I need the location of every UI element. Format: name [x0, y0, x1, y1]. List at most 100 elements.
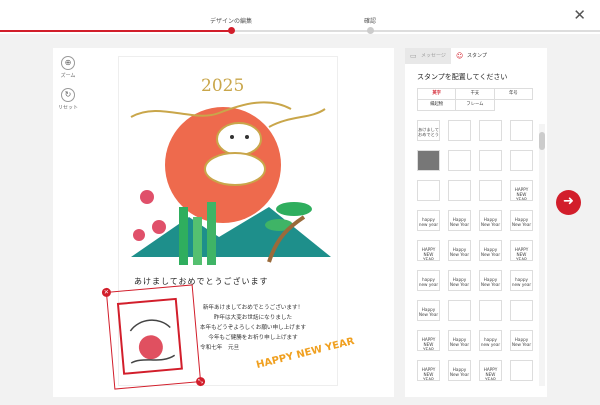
category-era[interactable]: 年号 [493, 88, 533, 100]
stamp-thumbnail-label [449, 301, 470, 307]
stamp-thumbnail-label [449, 181, 470, 187]
category-tabs: 英字 干支 年号 縁起物 フレーム [417, 88, 535, 111]
stamp-thumbnail-label [418, 181, 439, 187]
stamp-thumbnail[interactable]: happy new year [417, 210, 440, 231]
pine-branch [276, 202, 312, 216]
stamp-thumbnail-label [511, 361, 532, 367]
category-lucky[interactable]: 縁起物 [417, 99, 457, 111]
stamp-thumbnail[interactable]: happy new year [510, 270, 533, 291]
tab-message-label: メッセージ [421, 53, 446, 59]
stamp-thumbnail-label [511, 301, 532, 307]
year-text: 2025 [201, 76, 244, 96]
smile-icon: ☺ [456, 52, 464, 60]
stamp-thumbnail-label: Happy New Year [449, 367, 470, 377]
stamp-thumbnail-label: Happy New Year [511, 337, 532, 347]
stamp-thumbnail[interactable]: HAPPY NEW YEAR [417, 360, 440, 381]
stamp-thumbnail[interactable]: HAPPY NEW YEAR [417, 330, 440, 351]
stamp-thumbnail[interactable] [510, 150, 533, 171]
stamp-thumbnail[interactable] [479, 120, 502, 141]
top-bar: デザインの編集 確認 ✕ [0, 0, 600, 34]
stamp-thumbnail-label: happy new year [418, 217, 439, 227]
selected-stamp[interactable]: ✕ ⤡ [101, 284, 206, 390]
stamp-thumbnail[interactable]: Happy New Year [448, 210, 471, 231]
stamp-thumbnail-label: happy new year [480, 337, 501, 347]
plum-blossom [152, 220, 166, 234]
stamp-thumbnail[interactable] [479, 300, 502, 321]
stamp-thumbnail[interactable] [510, 120, 533, 141]
reset-button[interactable]: ↻ リセット [57, 88, 79, 111]
stamp-thumbnail[interactable] [479, 180, 502, 201]
panel-title: スタンプを配置してください [417, 73, 508, 81]
stamp-thumbnail[interactable] [448, 180, 471, 201]
tab-stamp-label: スタンプ [467, 53, 487, 59]
snake-body [204, 152, 266, 186]
stamp-thumbnail-label [480, 301, 501, 307]
stamp-thumbnail[interactable]: HAPPY NEW YEAR [479, 360, 502, 381]
zoom-label: ズーム [60, 73, 76, 79]
stamp-thumbnail[interactable]: HAPPY NEW YEAR [417, 240, 440, 261]
message-line: 昨年は大変お世話になりました [213, 315, 293, 321]
stamp-thumbnail-label: Happy New Year [511, 217, 532, 227]
scrollbar-thumb[interactable] [539, 132, 545, 150]
stamp-thumbnail[interactable] [448, 150, 471, 171]
stamp-thumbnail-label: Happy New Year [449, 337, 470, 347]
card-signature: 令和七年 元旦 [200, 345, 240, 351]
stamp-panel: ▭ メッセージ ☺ スタンプ スタンプを配置してください 英字 干支 年号 縁起… [405, 48, 547, 397]
stamp-thumbnail-label [480, 181, 501, 187]
card-message[interactable]: 新年あけましておめでとうございます！ 昨年は大変お世話になりました 本年もどうぞ… [188, 303, 318, 343]
stamp-thumbnail[interactable]: Happy New Year [479, 270, 502, 291]
snake-head [216, 122, 262, 156]
stamp-thumbnail-label: HAPPY NEW YEAR [421, 367, 436, 381]
stamp-thumbnail[interactable]: Happy New Year [448, 360, 471, 381]
stamp-thumbnail[interactable]: HAPPY NEW YEAR [510, 180, 533, 201]
stamp-thumbnail-label [480, 121, 501, 127]
stamp-thumbnail[interactable]: Happy New Year [448, 240, 471, 261]
zoom-icon: ⊕ [61, 56, 75, 70]
stamp-thumbnail[interactable]: happy new year [417, 270, 440, 291]
stamp-thumbnail-label: HAPPY NEW YEAR [421, 337, 436, 351]
zoom-button[interactable]: ⊕ ズーム [57, 56, 79, 79]
stamp-thumbnail[interactable] [510, 360, 533, 381]
stamp-thumbnail[interactable] [510, 300, 533, 321]
progress-track-done [0, 30, 231, 32]
stamp-thumbnail[interactable] [479, 150, 502, 171]
message-line: 本年もどうぞよろしくお願い申し上げます [199, 325, 307, 331]
stamp-thumbnail[interactable]: Happy New Year [417, 300, 440, 321]
stamp-thumbnail[interactable]: Happy New Year [448, 270, 471, 291]
stamp-thumbnail-label: Happy New Year [480, 277, 501, 287]
stamp-thumbnail-label: happy new year [418, 277, 439, 287]
stamp-thumbnail[interactable]: あけまして おめでとう [417, 120, 440, 141]
stamp-thumbnail[interactable]: Happy New Year [510, 210, 533, 231]
tab-message[interactable]: ▭ メッセージ [405, 48, 451, 64]
scrollbar[interactable] [539, 124, 545, 386]
stamp-thumbnail[interactable] [448, 300, 471, 321]
tab-stamp[interactable]: ☺ スタンプ [451, 48, 503, 64]
category-frame[interactable]: フレーム [455, 99, 495, 111]
stamp-thumbnail[interactable]: Happy New Year [479, 240, 502, 261]
close-icon[interactable]: ✕ [573, 8, 586, 23]
bamboo-stalk [179, 207, 188, 265]
step-edit-dot[interactable] [228, 27, 235, 34]
plum-blossom [133, 229, 145, 241]
bamboo-stalk [207, 202, 216, 265]
stamp-thumbnail[interactable] [448, 120, 471, 141]
reset-icon: ↻ [61, 88, 75, 102]
step-confirm-dot[interactable] [367, 27, 374, 34]
next-button[interactable]: ➜ [556, 190, 581, 215]
stamp-thumbnail-label: Happy New Year [449, 247, 470, 257]
bamboo-stalk [193, 217, 202, 265]
stamp-thumbnail-label [480, 151, 501, 157]
message-line: 今年もご健勝をお祈り申し上げます [208, 335, 298, 341]
stamp-thumbnail[interactable] [417, 150, 440, 171]
snake-stamp-image [116, 297, 183, 375]
stamp-thumbnail[interactable]: Happy New Year [479, 210, 502, 231]
stamp-thumbnail[interactable]: Happy New Year [510, 330, 533, 351]
stamp-thumbnail-label [449, 121, 470, 127]
stamp-thumbnail[interactable]: Happy New Year [448, 330, 471, 351]
stamp-thumbnail[interactable]: HAPPY NEW YEAR [510, 240, 533, 261]
stamp-thumbnail[interactable] [417, 180, 440, 201]
snake-eye [245, 135, 249, 139]
stamp-thumbnail[interactable]: happy new year [479, 330, 502, 351]
cloud-swirl [268, 108, 326, 128]
stamp-thumbnail-label: HAPPY NEW YEAR [514, 247, 529, 261]
